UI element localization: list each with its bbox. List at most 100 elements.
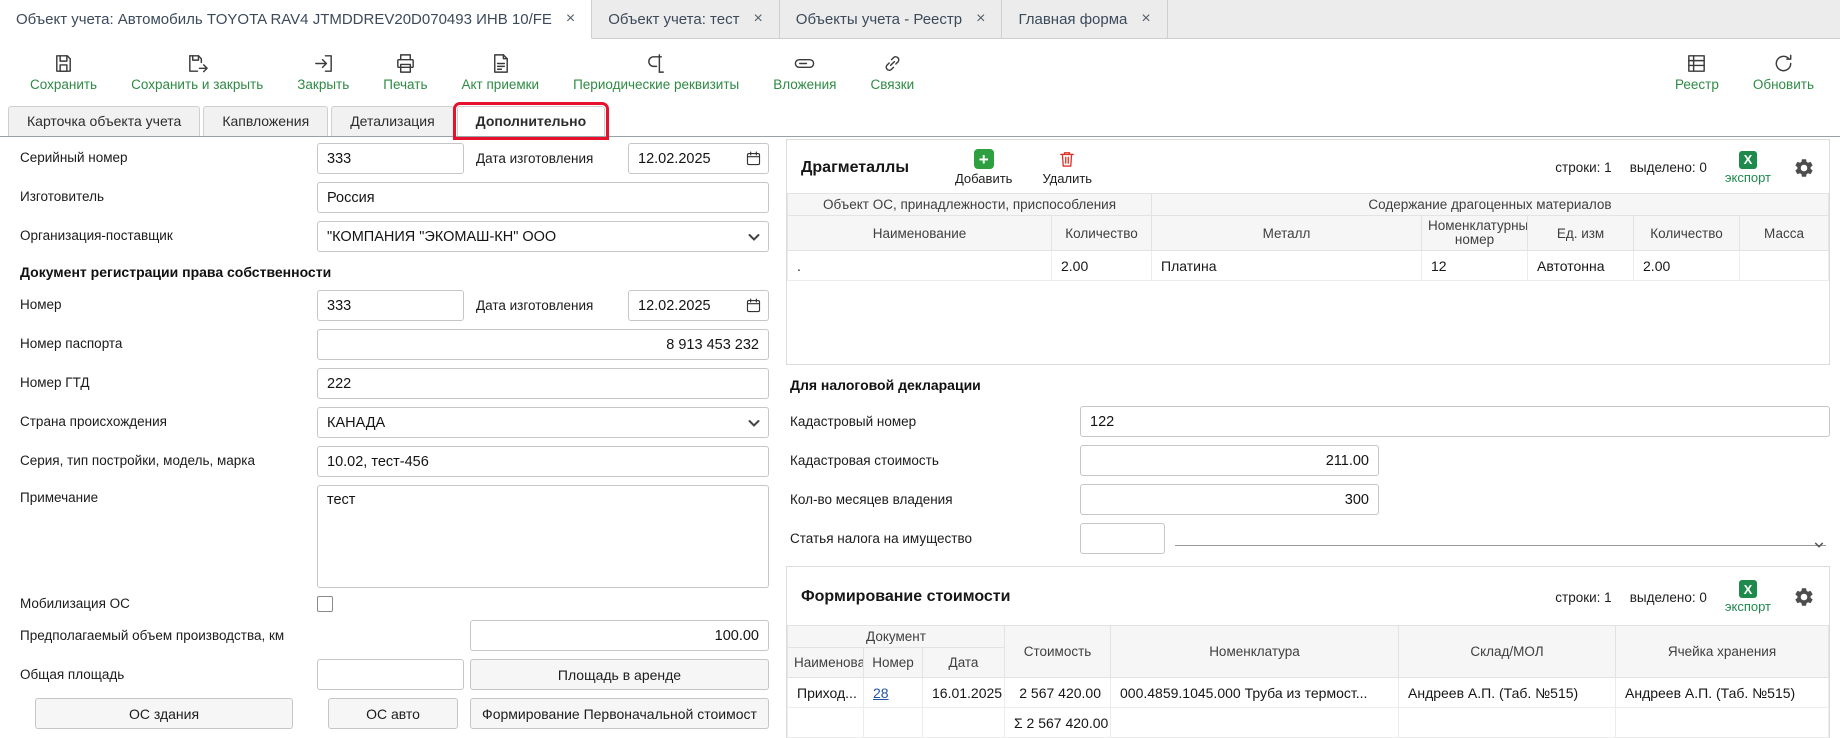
- links-button[interactable]: Связки: [870, 52, 914, 92]
- calendar-icon[interactable]: [745, 297, 762, 314]
- cell-empty: [1399, 708, 1616, 738]
- origin-country-input[interactable]: [317, 407, 769, 438]
- cell-nomenclature[interactable]: 000.4859.1045.000 Труба из термост...: [1111, 678, 1399, 708]
- column-header: Дата: [923, 648, 1005, 678]
- cell-metal[interactable]: Платина: [1152, 251, 1422, 281]
- field-row-note: Примечание тест: [20, 485, 778, 588]
- excel-icon: X: [1739, 151, 1757, 169]
- excel-export-button[interactable]: X экспорт: [1725, 580, 1771, 614]
- save-and-close-button[interactable]: Сохранить и закрыть: [131, 52, 263, 92]
- origin-country-label: Страна происхождения: [20, 414, 317, 430]
- cell-storage-cell[interactable]: Андреев А.П. (Таб. №515): [1616, 678, 1829, 708]
- toolbar-right-group: Реестр Обновить: [1675, 52, 1814, 92]
- gear-icon: [1793, 586, 1815, 608]
- attachments-button[interactable]: Вложения: [773, 52, 836, 92]
- supplier-select[interactable]: [317, 221, 769, 252]
- mobilization-label: Мобилизация ОС: [20, 596, 317, 612]
- add-row-button[interactable]: + Добавить: [955, 149, 1012, 186]
- cell-nomenclature-number[interactable]: 12: [1422, 251, 1528, 281]
- window-tab-object-card[interactable]: Объект учета: Автомобиль TOYOTA RAV4 JTM…: [0, 0, 592, 39]
- registry-button[interactable]: Реестр: [1675, 52, 1719, 92]
- tabbar-filler: [1168, 0, 1840, 38]
- property-tax-article-lookup[interactable]: [1175, 532, 1826, 546]
- manufacturer-input[interactable]: [317, 182, 769, 213]
- chevron-down-icon[interactable]: [748, 233, 760, 242]
- dragmetals-header-right: строки: 1 выделено: 0 X экспорт: [1555, 151, 1815, 185]
- note-textarea[interactable]: тест: [317, 485, 769, 588]
- window-tab-label: Главная форма: [1018, 11, 1127, 28]
- close-icon[interactable]: ×: [566, 11, 575, 27]
- initial-cost-formation-button[interactable]: Формирование Первоначальной стоимост: [470, 698, 769, 729]
- origin-country-select[interactable]: [317, 407, 769, 438]
- gtd-number-input[interactable]: [317, 368, 769, 399]
- app-window: Объект учета: Автомобиль TOYOTA RAV4 JTM…: [0, 0, 1840, 738]
- os-buildings-button[interactable]: ОС здания: [35, 698, 293, 729]
- toolbar-label: Сохранить и закрыть: [131, 77, 263, 92]
- calendar-icon[interactable]: [745, 150, 762, 167]
- gtd-number-label: Номер ГТД: [20, 375, 317, 391]
- dragmetals-table-row[interactable]: . 2.00 Платина 12 Автотонна 2.00: [788, 251, 1829, 281]
- document-icon: [489, 52, 512, 75]
- save-button[interactable]: Сохранить: [30, 52, 97, 92]
- supplier-input[interactable]: [317, 221, 769, 252]
- column-header: Номенклатура: [1111, 626, 1399, 678]
- doc-number-input[interactable]: [317, 290, 464, 321]
- cell-unit[interactable]: Автотонна: [1528, 251, 1634, 281]
- cell-empty: [864, 708, 923, 738]
- ownership-months-input[interactable]: [1080, 484, 1379, 515]
- passport-number-label: Номер паспорта: [20, 336, 317, 352]
- selected-count: выделено: 0: [1630, 160, 1707, 175]
- periodic-requisites-icon: [645, 52, 668, 75]
- window-tab-registry[interactable]: Объекты учета - Реестр ×: [780, 0, 1003, 38]
- cell-doc-name[interactable]: Приход...: [788, 678, 864, 708]
- close-icon[interactable]: ×: [753, 11, 762, 27]
- cell-doc-date[interactable]: 16.01.2025: [923, 678, 1005, 708]
- tab-object-card[interactable]: Карточка объекта учета: [8, 106, 200, 136]
- document-number-link[interactable]: 28: [873, 685, 889, 701]
- dragmetals-table: Объект ОС, принадлежности, приспособлени…: [787, 193, 1829, 281]
- right-form-column: Драгметаллы + Добавить Удалить строки: 1…: [778, 137, 1840, 738]
- mobilization-checkbox[interactable]: [317, 596, 333, 612]
- cell-quantity-2[interactable]: 2.00: [1634, 251, 1740, 281]
- settings-gear-button[interactable]: [1793, 157, 1815, 179]
- window-tab-label: Объект учета: Автомобиль TOYOTA RAV4 JTM…: [16, 11, 552, 28]
- print-button[interactable]: Печать: [383, 52, 427, 92]
- excel-export-button[interactable]: X экспорт: [1725, 151, 1771, 185]
- cell-cost[interactable]: 2 567 420.00: [1005, 678, 1111, 708]
- settings-gear-button[interactable]: [1793, 586, 1815, 608]
- cell-mass[interactable]: [1740, 251, 1829, 281]
- cell-empty: [923, 708, 1005, 738]
- total-area-input[interactable]: [317, 659, 464, 690]
- series-model-input[interactable]: [317, 446, 769, 477]
- property-tax-article-code-input[interactable]: [1080, 523, 1165, 554]
- field-row-series: Серия, тип постройки, модель, марка: [20, 446, 778, 477]
- close-icon[interactable]: ×: [1141, 11, 1150, 27]
- delete-row-label: Удалить: [1042, 171, 1092, 186]
- production-volume-input[interactable]: [470, 620, 769, 651]
- cadastral-number-input[interactable]: [1080, 406, 1830, 437]
- trash-icon: [1057, 149, 1077, 169]
- passport-number-input[interactable]: [317, 329, 769, 360]
- cell-name[interactable]: .: [788, 251, 1052, 281]
- cadastral-value-input[interactable]: [1080, 445, 1379, 476]
- cell-quantity[interactable]: 2.00: [1052, 251, 1152, 281]
- rented-area-button[interactable]: Площадь в аренде: [470, 659, 769, 690]
- series-model-label: Серия, тип постройки, модель, марка: [20, 453, 317, 469]
- cost-table-row[interactable]: Приход... 28 16.01.2025 2 567 420.00 000…: [788, 678, 1829, 708]
- tab-additional[interactable]: Дополнительно: [457, 106, 605, 136]
- close-button[interactable]: Закрыть: [297, 52, 349, 92]
- cell-warehouse[interactable]: Андреев А.П. (Таб. №515): [1399, 678, 1616, 708]
- acceptance-act-button[interactable]: Акт приемки: [462, 52, 540, 92]
- cost-formation-table: Документ Стоимость Номенклатура Склад/МО…: [787, 625, 1829, 738]
- serial-number-input[interactable]: [317, 143, 464, 174]
- window-tab-object-test[interactable]: Объект учета: тест ×: [592, 0, 780, 38]
- refresh-button[interactable]: Обновить: [1753, 52, 1814, 92]
- os-auto-button[interactable]: ОС авто: [328, 698, 458, 729]
- close-icon[interactable]: ×: [976, 11, 985, 27]
- tab-detail[interactable]: Детализация: [331, 106, 453, 136]
- window-tab-main-form[interactable]: Главная форма ×: [1002, 0, 1167, 38]
- chevron-down-icon[interactable]: [748, 419, 760, 428]
- delete-row-button[interactable]: Удалить: [1042, 149, 1092, 186]
- tab-capex[interactable]: Капвложения: [203, 106, 328, 136]
- periodic-requisites-button[interactable]: Периодические реквизиты: [573, 52, 739, 92]
